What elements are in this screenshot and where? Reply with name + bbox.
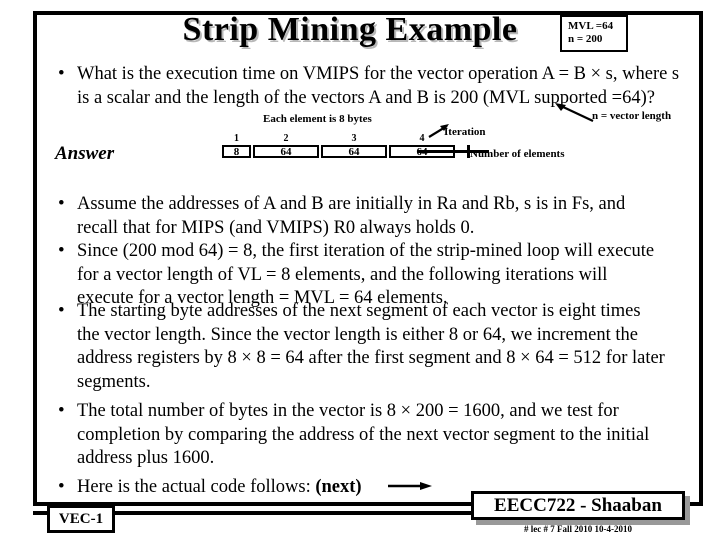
bullet-point-icon: • xyxy=(58,400,65,421)
segment-box-3: 64 xyxy=(321,145,387,158)
each-element-annotation: Each element is 8 bytes xyxy=(263,113,372,125)
segment-leader-tick xyxy=(467,145,470,158)
segment-index-1: 1 xyxy=(234,133,239,144)
course-badge: EECC722 - Shaaban xyxy=(471,491,685,520)
bullet-point-icon: • xyxy=(58,240,65,261)
bullet-item-4: • The starting byte addresses of the nex… xyxy=(55,300,665,394)
segment-box-1: 8 xyxy=(222,145,251,158)
segment-index-4: 4 xyxy=(419,133,425,144)
bullet-point-icon: • xyxy=(58,63,65,84)
mvl-info-box: MVL =64 n = 200 xyxy=(560,15,628,52)
bullet-text-4: The starting byte addresses of the next … xyxy=(77,301,665,392)
bullet-text-2: Assume the addresses of A and B are init… xyxy=(77,194,626,238)
bullet-point-icon: • xyxy=(58,476,65,497)
bullet-point-icon: • xyxy=(58,193,65,214)
next-pointer-arrow xyxy=(388,482,432,490)
vector-length-pointer-arrow xyxy=(555,103,594,122)
page-title: Strip Mining Example xyxy=(182,11,518,48)
slide-id-badge: VEC-1 xyxy=(47,505,115,533)
bullet-item-5: • The total number of bytes in the vecto… xyxy=(55,400,665,471)
bullet-item-2: • Assume the addresses of A and B are in… xyxy=(55,193,665,240)
segment-box-2: 64 xyxy=(253,145,319,158)
bullet-text-6-body: Here is the actual code follows: xyxy=(77,477,316,497)
segment-leader-line xyxy=(417,150,489,153)
bullet-text-5: The total number of bytes in the vector … xyxy=(77,401,650,468)
course-badge-subtitle: # lec # 7 Fall 2010 10-4-2010 xyxy=(524,524,632,534)
answer-heading: Answer xyxy=(55,143,115,164)
bullet-point-icon: • xyxy=(58,300,65,321)
segment-index-3: 3 xyxy=(351,133,357,144)
vector-length-annotation: n = vector length xyxy=(592,110,672,122)
mvl-value-line: MVL =64 xyxy=(568,20,614,32)
n-value-line: n = 200 xyxy=(568,33,603,45)
next-label[interactable]: (next) xyxy=(315,477,361,497)
segment-index-2: 2 xyxy=(283,133,289,144)
